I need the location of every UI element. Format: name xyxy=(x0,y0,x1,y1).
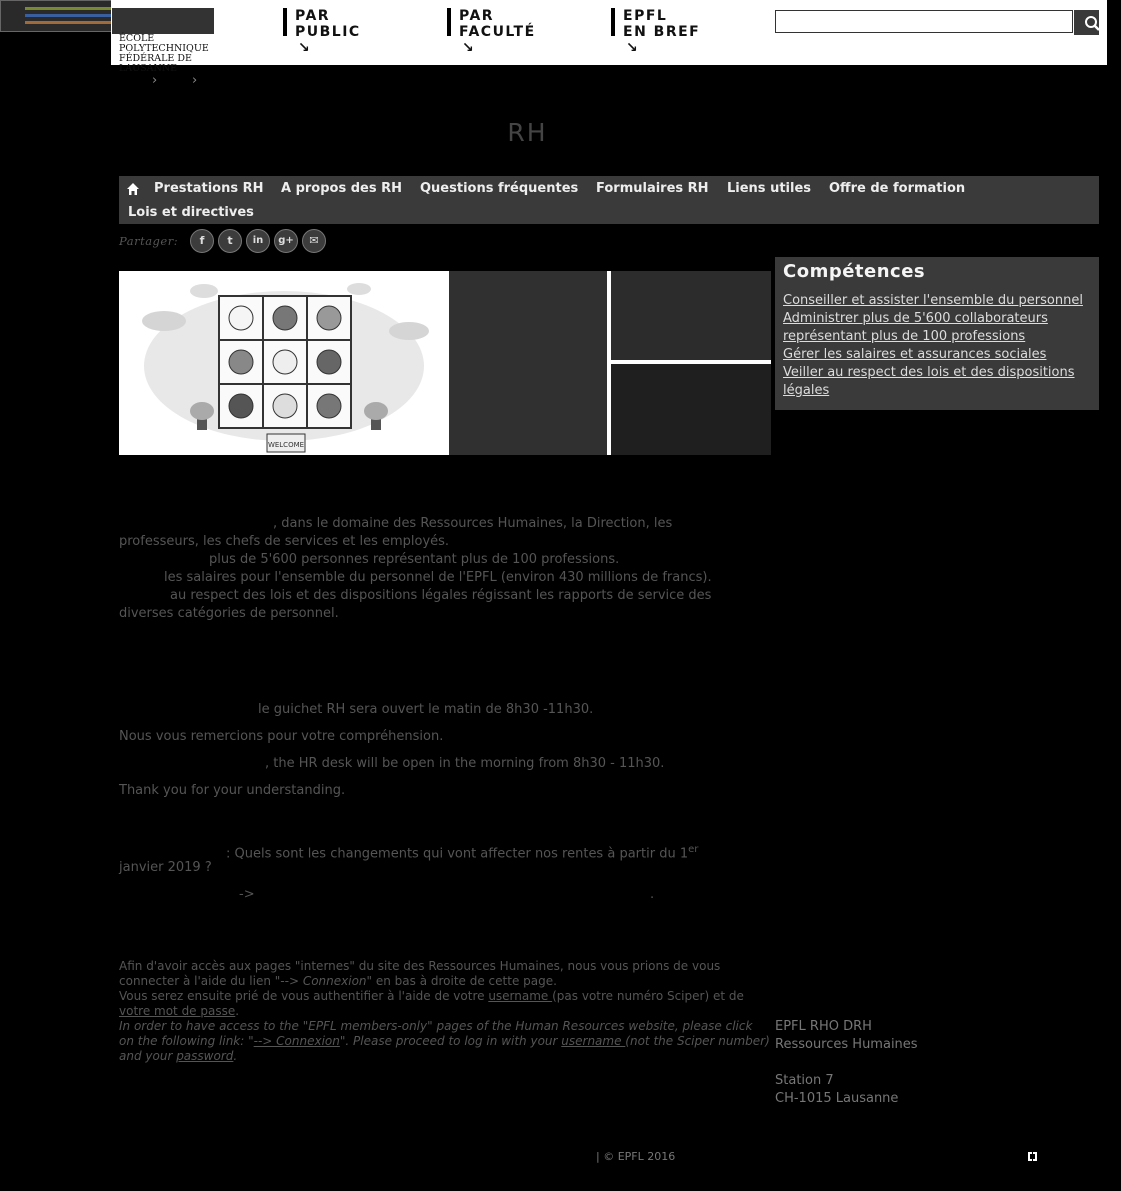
password-link[interactable]: votre mot de passe xyxy=(119,1004,235,1018)
share-label: Partager: xyxy=(119,234,179,248)
password-link[interactable]: password xyxy=(176,1049,233,1063)
username-link[interactable]: username xyxy=(561,1034,625,1048)
banner-panel xyxy=(611,271,771,360)
epfl-logo-text: ÉCOLE POLYTECHNIQUE FÉDÉRALE DE LAUSANNE xyxy=(119,34,219,74)
login-info-en: on the following link: "--> Connexion". … xyxy=(119,1034,770,1049)
competence-link[interactable]: Administrer plus de 5'600 collaborateurs xyxy=(783,310,1048,328)
login-text: on the following link: " xyxy=(119,1034,254,1048)
menu-item-formation[interactable]: Offre de formation xyxy=(829,181,965,196)
menu-item-lois[interactable]: Lois et directives xyxy=(128,205,254,220)
home-icon[interactable] xyxy=(126,182,140,196)
address-block: EPFL RHO DRH Ressources Humaines Station… xyxy=(775,1018,918,1108)
arrow-ne-icon: ↘ xyxy=(298,40,312,56)
pension-text: : Quels sont les changements qui vont af… xyxy=(226,846,689,862)
intro-text: diverses catégories de personnel. xyxy=(119,606,339,621)
search-button[interactable] xyxy=(1074,10,1100,35)
nav-par-faculte[interactable]: PAR FACULTÉ ↘ xyxy=(447,8,536,56)
logo-line: ÉCOLE POLYTECHNIQUE xyxy=(119,33,209,54)
login-info-fr: Afin d'avoir accès aux pages "internes" … xyxy=(119,959,721,973)
nav-line: PAR xyxy=(295,8,331,24)
intro-text: les salaires pour l'ensemble du personne… xyxy=(164,570,712,585)
username-link[interactable]: username xyxy=(488,989,552,1003)
connexion-icon[interactable] xyxy=(1028,1152,1037,1161)
welcome-board-illustration: WELCOME xyxy=(142,283,429,453)
menu-item-faq[interactable]: Questions fréquentes xyxy=(420,181,578,196)
banner-panel xyxy=(611,364,771,455)
intro-text: au respect des lois et des dispositions … xyxy=(170,588,712,603)
address-line: Station 7 xyxy=(775,1073,834,1088)
competences-title: Compétences xyxy=(783,261,926,282)
nav-line: EPFL xyxy=(623,8,668,24)
footer-copyright: | © EPFL 2016 xyxy=(596,1150,676,1163)
googleplus-share-button[interactable]: g+ xyxy=(274,229,298,253)
login-text: and your xyxy=(119,1049,177,1063)
login-text: Vous serez ensuite prié de vous authenti… xyxy=(119,989,489,1003)
address-line: CH-1015 Lausanne xyxy=(775,1091,899,1106)
login-info-fr: votre mot de passe. xyxy=(119,1004,239,1019)
main-menu: Prestations RH A propos des RH Questions… xyxy=(119,176,1099,224)
nav-par-public[interactable]: PAR PUBLIC ↘ xyxy=(283,8,361,56)
facebook-share-button[interactable]: f xyxy=(190,229,214,253)
breadcrumb-separator: › xyxy=(192,73,198,88)
linkedin-share-button[interactable]: in xyxy=(246,229,270,253)
nav-line: PAR xyxy=(459,8,495,24)
arrow-ne-icon: ↘ xyxy=(462,40,476,56)
notice-fr-thanks: Nous vous remercions pour votre compréhe… xyxy=(119,729,444,744)
login-info-en: and your password. xyxy=(119,1049,237,1064)
competence-link[interactable]: Veiller au respect des lois et des dispo… xyxy=(783,364,1075,382)
welcome-sign: WELCOME xyxy=(268,441,304,449)
competence-link[interactable]: légales xyxy=(783,382,829,400)
pension-text: janvier 2019 ? xyxy=(119,860,212,875)
pension-sup: er xyxy=(688,844,699,855)
address-line: EPFL RHO DRH xyxy=(775,1019,872,1034)
competence-link[interactable]: Conseiller et assister l'ensemble du per… xyxy=(783,292,1083,310)
search-input[interactable] xyxy=(775,10,1073,33)
competence-link[interactable]: Gérer les salaires et assurances sociale… xyxy=(783,346,1046,364)
twitter-share-button[interactable]: t xyxy=(218,229,242,253)
pension-dot: . xyxy=(650,887,655,902)
arrow-ne-icon: ↘ xyxy=(626,40,640,56)
connexion-link[interactable]: --> Connexion xyxy=(280,974,366,988)
menu-item-prestations[interactable]: Prestations RH xyxy=(154,181,264,196)
intro-text: plus de 5'600 personnes représentant plu… xyxy=(209,552,620,567)
login-text: connecter à l'aide du lien " xyxy=(119,974,281,988)
login-text: (not the Sciper number) xyxy=(625,1034,770,1048)
address-line: Ressources Humaines xyxy=(775,1037,918,1052)
notice-en-thanks: Thank you for your understanding. xyxy=(119,783,346,798)
login-text: . xyxy=(235,1004,240,1018)
breadcrumb-separator: › xyxy=(152,73,158,88)
menu-item-a-propos[interactable]: A propos des RH xyxy=(281,181,402,196)
login-text: ". Please proceed to log in with your xyxy=(339,1034,562,1048)
competences-box: Compétences Conseiller et assister l'ens… xyxy=(775,257,1099,410)
login-text: . xyxy=(233,1049,238,1063)
banner-illustration: WELCOME xyxy=(119,271,449,455)
pension-arrow: -> xyxy=(239,887,255,902)
menu-item-liens[interactable]: Liens utiles xyxy=(727,181,811,196)
nav-line: FACULTÉ xyxy=(459,24,536,40)
notice-en: , the HR desk will be open in the mornin… xyxy=(265,756,665,771)
search-icon xyxy=(1085,16,1100,31)
email-share-button[interactable]: ✉ xyxy=(302,229,326,253)
menu-item-formulaires[interactable]: Formulaires RH xyxy=(596,181,709,196)
nav-line: EN BREF xyxy=(623,24,701,40)
login-info-fr: Vous serez ensuite prié de vous authenti… xyxy=(119,989,744,1004)
page-title: RH xyxy=(507,118,548,147)
nav-epfl-en-bref[interactable]: EPFL EN BREF ↘ xyxy=(611,8,700,56)
intro-text: , dans le domaine des Ressources Humaine… xyxy=(273,516,673,531)
login-info-en: In order to have access to the "EPFL mem… xyxy=(119,1019,753,1033)
login-text: (pas votre numéro Sciper) et de xyxy=(552,989,744,1003)
nav-line: PUBLIC xyxy=(295,24,361,40)
intro-text: professeurs, les chefs de services et le… xyxy=(119,534,450,549)
connexion-link[interactable]: --> Connexion xyxy=(254,1034,340,1048)
logo-line: FÉDÉRALE DE LAUSANNE xyxy=(119,53,192,74)
login-text: " en bas à droite de cette page. xyxy=(366,974,557,988)
competence-link[interactable]: représentant plus de 100 professions xyxy=(783,328,1025,346)
login-info-fr: connecter à l'aide du lien "--> Connexio… xyxy=(119,974,557,989)
pension-question: : Quels sont les changements qui vont af… xyxy=(226,841,698,863)
banner-panel xyxy=(449,271,607,455)
epfl-logo[interactable] xyxy=(112,8,214,34)
notice-fr: le guichet RH sera ouvert le matin de 8h… xyxy=(258,702,594,717)
